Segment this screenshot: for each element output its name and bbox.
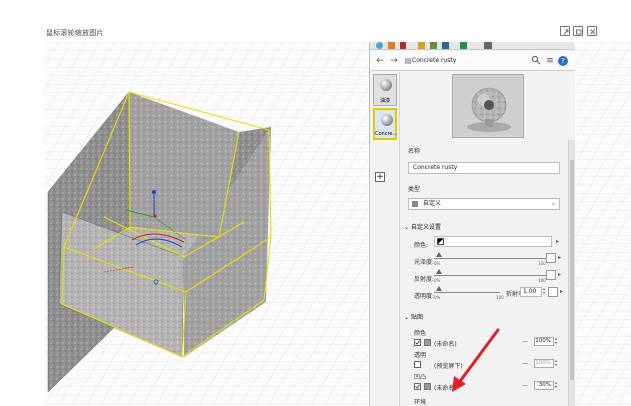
3d-viewport[interactable] <box>44 42 368 406</box>
viewport-grid-right <box>575 42 631 406</box>
annotation-arrow <box>452 328 500 392</box>
zoom-hint: 鼠标滚轮缩放图片 <box>46 29 104 37</box>
materials-panel: ← → ▤ Concrete rusty ≡ ? 油漆 Concre... + <box>369 42 575 406</box>
popout-icon[interactable] <box>560 26 570 36</box>
title-bar: 鼠标滚轮缩放图片 <box>0 0 631 42</box>
restore-icon[interactable] <box>573 26 583 36</box>
close-icon[interactable] <box>587 26 597 36</box>
